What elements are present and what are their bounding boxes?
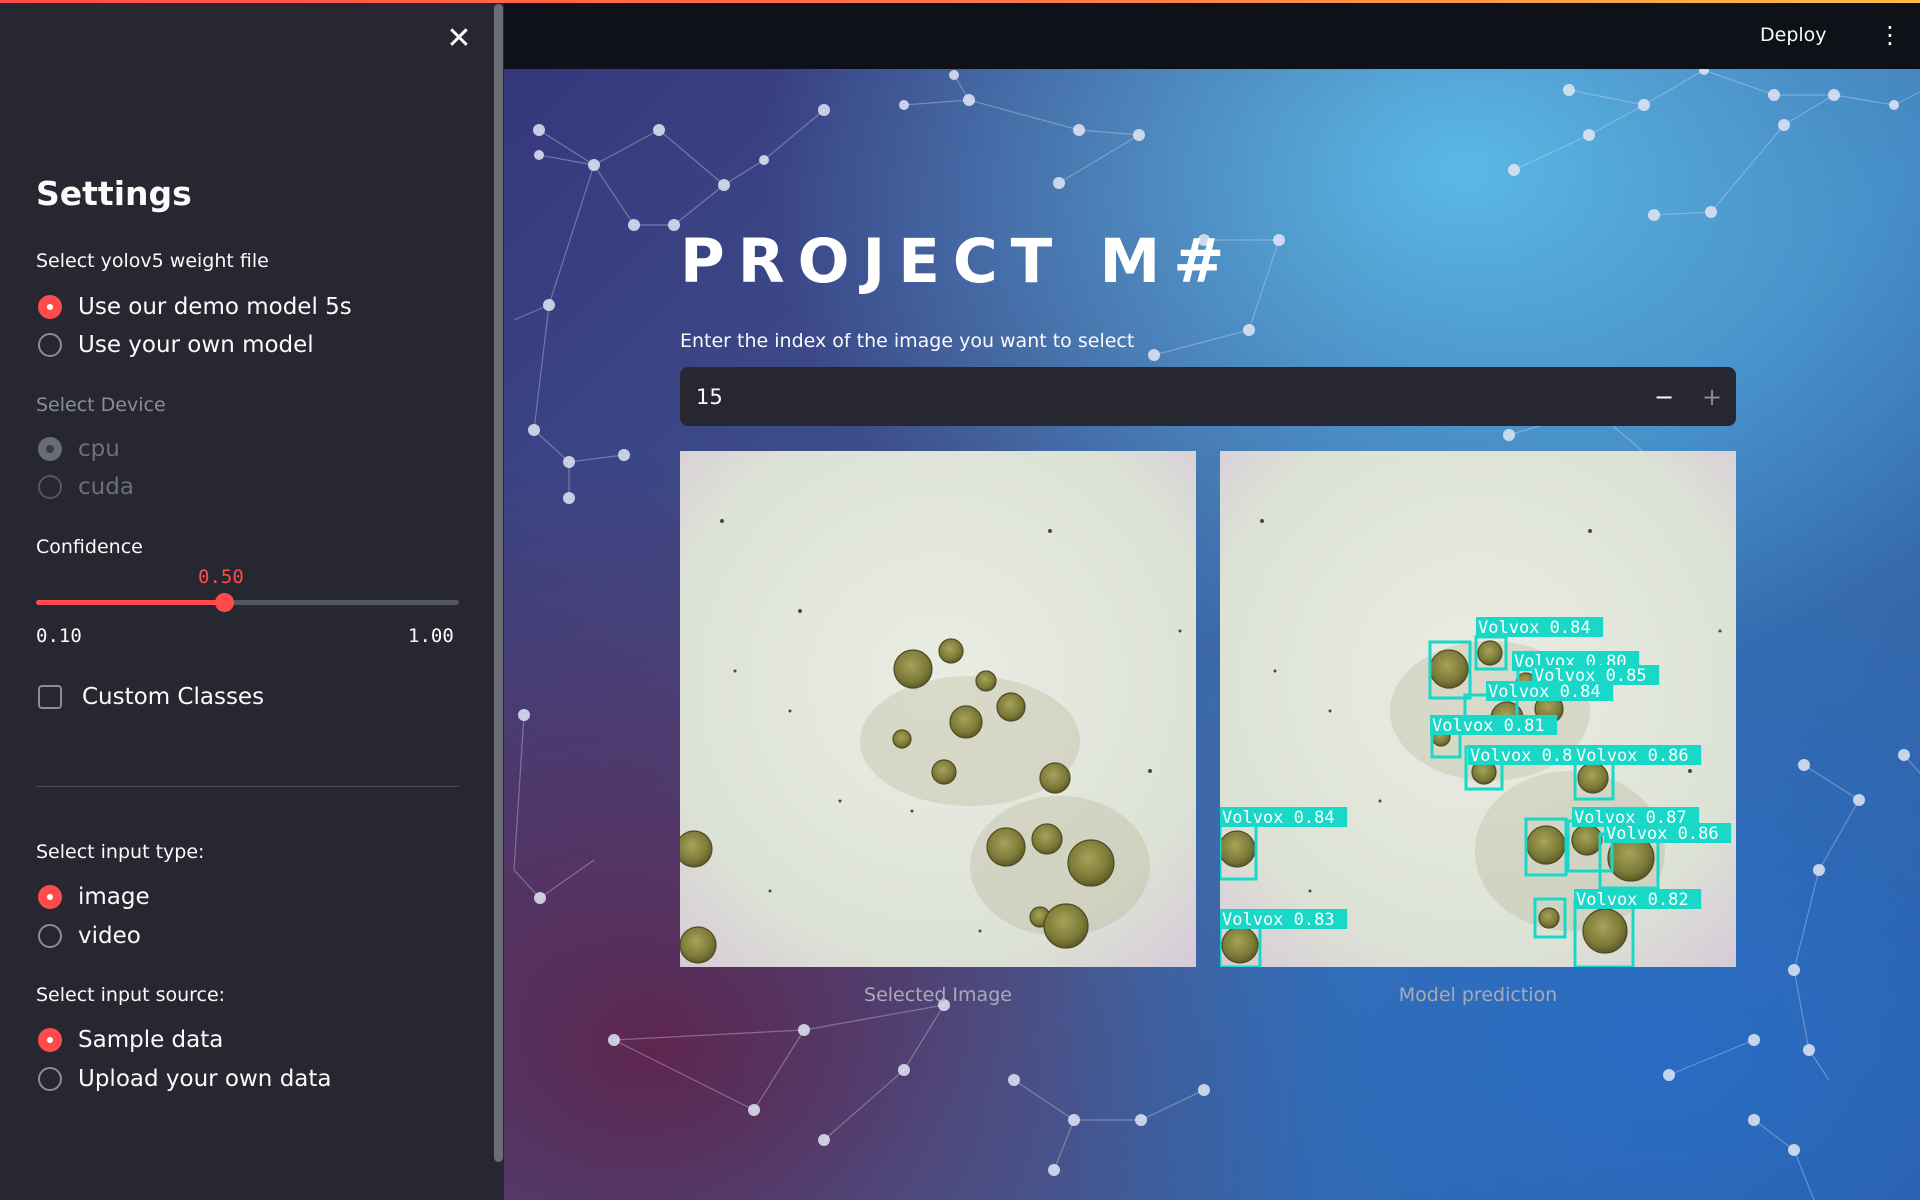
selected-image xyxy=(680,451,1196,967)
top-bar: Deploy ⋮ xyxy=(504,3,1920,69)
checkbox-icon xyxy=(38,685,62,709)
weight-file-label: Select yolov5 weight file xyxy=(36,250,269,272)
sidebar: ✕ Settings Select yolov5 weight file Use… xyxy=(0,0,504,1200)
radio-cpu-label: cpu xyxy=(78,436,120,462)
increment-button[interactable]: + xyxy=(1688,367,1736,426)
confidence-label: Confidence xyxy=(36,536,143,558)
detection-label: Volvox 0.84 xyxy=(1488,682,1601,702)
radio-image-label: image xyxy=(78,884,150,910)
detection-label: Volvox 0.84 xyxy=(1222,808,1335,828)
radio-unselected-icon xyxy=(38,1067,62,1091)
radio-demo-model-label: Use our demo model 5s xyxy=(78,294,352,320)
prediction-image: Volvox 0.84 Volvox 0.80 Volvox 0.85 Volvox … xyxy=(1220,451,1736,967)
detection-label: Volvox 0.84 xyxy=(1478,618,1591,638)
radio-selected-icon xyxy=(38,437,62,461)
detection-label: Volvox 0.86 xyxy=(1576,746,1689,766)
index-input-label: Enter the index of the image you want to… xyxy=(680,330,1135,352)
radio-video[interactable]: video xyxy=(38,919,141,953)
custom-classes-checkbox[interactable]: Custom Classes xyxy=(38,680,264,714)
top-decoration-bar xyxy=(0,0,1920,3)
radio-cuda: cuda xyxy=(38,470,134,504)
index-number-input: 15 − + xyxy=(680,367,1736,426)
confidence-slider-thumb[interactable] xyxy=(214,593,234,612)
radio-unselected-icon xyxy=(38,333,62,357)
sidebar-title: Settings xyxy=(36,174,192,213)
radio-selected-icon xyxy=(38,295,62,319)
radio-sample-data[interactable]: Sample data xyxy=(38,1023,223,1057)
confidence-value: 0.50 xyxy=(198,566,244,588)
input-source-label: Select input source: xyxy=(36,984,226,1006)
detection-label: Volvox 0.83 xyxy=(1222,910,1335,930)
prediction-image-caption: Model prediction xyxy=(1398,984,1558,1006)
sidebar-divider xyxy=(36,786,459,787)
radio-upload-data-label: Upload your own data xyxy=(78,1066,332,1092)
detection-label: Volvox 0.8 xyxy=(1470,746,1572,766)
main-area: Deploy ⋮ PROJECT M# Enter the index of t… xyxy=(504,0,1920,1200)
radio-selected-icon xyxy=(38,885,62,909)
detection-label: Volvox 0.81 xyxy=(1432,716,1545,736)
radio-selected-icon xyxy=(38,1028,62,1052)
confidence-slider[interactable] xyxy=(36,593,459,612)
radio-cuda-label: cuda xyxy=(78,474,134,500)
custom-classes-label: Custom Classes xyxy=(82,684,265,710)
confidence-min: 0.10 xyxy=(36,625,82,647)
close-icon[interactable]: ✕ xyxy=(444,24,474,54)
kebab-menu-icon[interactable]: ⋮ xyxy=(1878,21,1902,51)
page-title: PROJECT M# xyxy=(680,226,1238,297)
detection-label: Volvox 0.86 xyxy=(1606,824,1719,844)
decrement-button[interactable]: − xyxy=(1640,367,1688,426)
radio-own-model[interactable]: Use your own model xyxy=(38,328,314,362)
sidebar-scrollbar[interactable] xyxy=(494,4,503,1162)
device-label: Select Device xyxy=(36,394,166,416)
input-type-label: Select input type: xyxy=(36,841,205,863)
radio-cpu: cpu xyxy=(38,432,120,466)
radio-own-model-label: Use your own model xyxy=(78,332,314,358)
radio-demo-model[interactable]: Use our demo model 5s xyxy=(38,290,352,324)
detection-label: Volvox 0.82 xyxy=(1576,890,1689,910)
confidence-slider-fill xyxy=(36,600,224,605)
radio-unselected-icon xyxy=(38,924,62,948)
radio-image[interactable]: image xyxy=(38,880,150,914)
deploy-button[interactable]: Deploy xyxy=(1760,24,1827,46)
confidence-max: 1.00 xyxy=(408,625,454,647)
radio-video-label: video xyxy=(78,923,141,949)
radio-upload-data[interactable]: Upload your own data xyxy=(38,1062,332,1096)
radio-unselected-icon xyxy=(38,475,62,499)
index-input-value[interactable]: 15 xyxy=(680,385,1640,409)
radio-sample-data-label: Sample data xyxy=(78,1027,224,1053)
selected-image-caption: Selected Image xyxy=(864,984,1012,1006)
